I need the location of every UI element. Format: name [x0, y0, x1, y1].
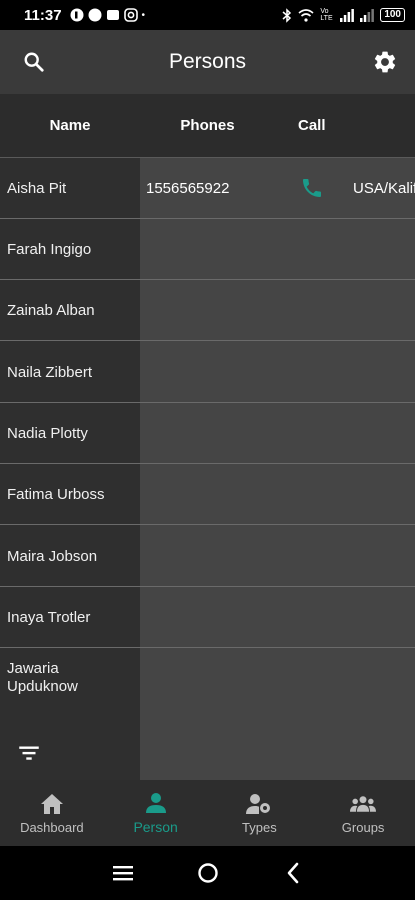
wifi-icon	[298, 8, 314, 22]
settings-button[interactable]	[371, 48, 399, 76]
signal-icon	[340, 8, 355, 22]
volte-label: Vo LTE	[320, 8, 333, 22]
status-time: 11:37	[24, 6, 62, 24]
search-icon	[24, 52, 44, 72]
call-button[interactable]	[300, 176, 324, 200]
nav-groups[interactable]: Groups	[311, 780, 415, 846]
system-navigation	[0, 846, 415, 900]
person-icon	[143, 791, 169, 815]
column-header-name[interactable]: Name	[0, 94, 140, 158]
home-circle-icon	[197, 863, 218, 883]
home-icon	[39, 792, 65, 816]
person-location: USA/Kalif	[353, 180, 415, 197]
menu-lines-icon	[112, 866, 133, 881]
table-row[interactable]: Farah Ingigo	[0, 219, 415, 280]
person-name: Maira Jobson	[7, 547, 98, 565]
notification-icons: •	[70, 8, 146, 22]
persons-table: Aisha Pit 1556565922 USA/Kalif Farah Ing…	[0, 158, 415, 780]
person-name: Nadia Plotty	[7, 424, 88, 442]
back-button[interactable]	[278, 858, 308, 888]
filter-button[interactable]	[16, 740, 42, 766]
person-settings-icon	[246, 792, 272, 816]
app-bar: Persons	[0, 30, 415, 94]
nav-groups-label: Groups	[341, 819, 385, 835]
notification-circle-icon	[88, 8, 102, 22]
table-header: Name Phones Call	[0, 94, 415, 158]
recents-button[interactable]	[108, 858, 138, 888]
table-row[interactable]: Jawaria Upduknow	[0, 648, 415, 778]
nav-person[interactable]: Person	[104, 780, 208, 846]
person-name: Aisha Pit	[7, 179, 67, 197]
table-row[interactable]: Fatima Urboss	[0, 464, 415, 525]
person-name: Fatima Urboss	[7, 485, 105, 503]
column-header-call[interactable]: Call	[298, 94, 326, 158]
person-name: Jawaria Upduknow	[7, 660, 78, 695]
nav-dashboard[interactable]: Dashboard	[0, 780, 104, 846]
more-dot-icon: •	[141, 9, 146, 21]
nav-dashboard-label: Dashboard	[20, 819, 84, 835]
person-name: Naila Zibbert	[7, 363, 93, 381]
chevron-left-icon	[287, 862, 298, 884]
status-bar: 11:37 • Vo LTE 100	[0, 0, 415, 30]
person-name: Farah Ingigo	[7, 240, 92, 258]
groups-icon	[350, 792, 377, 816]
status-right-icons: Vo LTE 100	[282, 7, 405, 23]
person-name: Zainab Alban	[7, 301, 95, 319]
table-row[interactable]: Zainab Alban	[0, 280, 415, 341]
bluetooth-icon	[282, 7, 292, 23]
home-button[interactable]	[193, 858, 223, 888]
table-row[interactable]: Nadia Plotty	[0, 403, 415, 464]
person-name: Inaya Trotler	[7, 608, 91, 626]
nav-types-label: Types	[242, 819, 277, 835]
bottom-navigation: Dashboard Person Types Groups	[0, 780, 415, 846]
signal-icon-2	[360, 8, 375, 22]
table-row[interactable]: Inaya Trotler	[0, 587, 415, 648]
filter-icon	[19, 746, 39, 760]
nav-types[interactable]: Types	[208, 780, 312, 846]
page-title: Persons	[168, 50, 247, 73]
notification-app-icon	[70, 8, 84, 22]
notification-box-icon	[106, 10, 119, 20]
table-row[interactable]: Naila Zibbert	[0, 342, 415, 403]
nav-person-label: Person	[133, 819, 178, 835]
battery-indicator: 100	[380, 8, 405, 22]
table-row[interactable]: Aisha Pit 1556565922 USA/Kalif	[0, 158, 415, 219]
gear-icon	[374, 51, 396, 73]
column-header-phones[interactable]: Phones	[140, 94, 275, 158]
table-row[interactable]: Maira Jobson	[0, 526, 415, 587]
search-button[interactable]	[20, 48, 48, 76]
person-phone: 1556565922	[146, 180, 230, 197]
phone-icon	[303, 179, 321, 197]
instagram-icon	[123, 8, 138, 22]
